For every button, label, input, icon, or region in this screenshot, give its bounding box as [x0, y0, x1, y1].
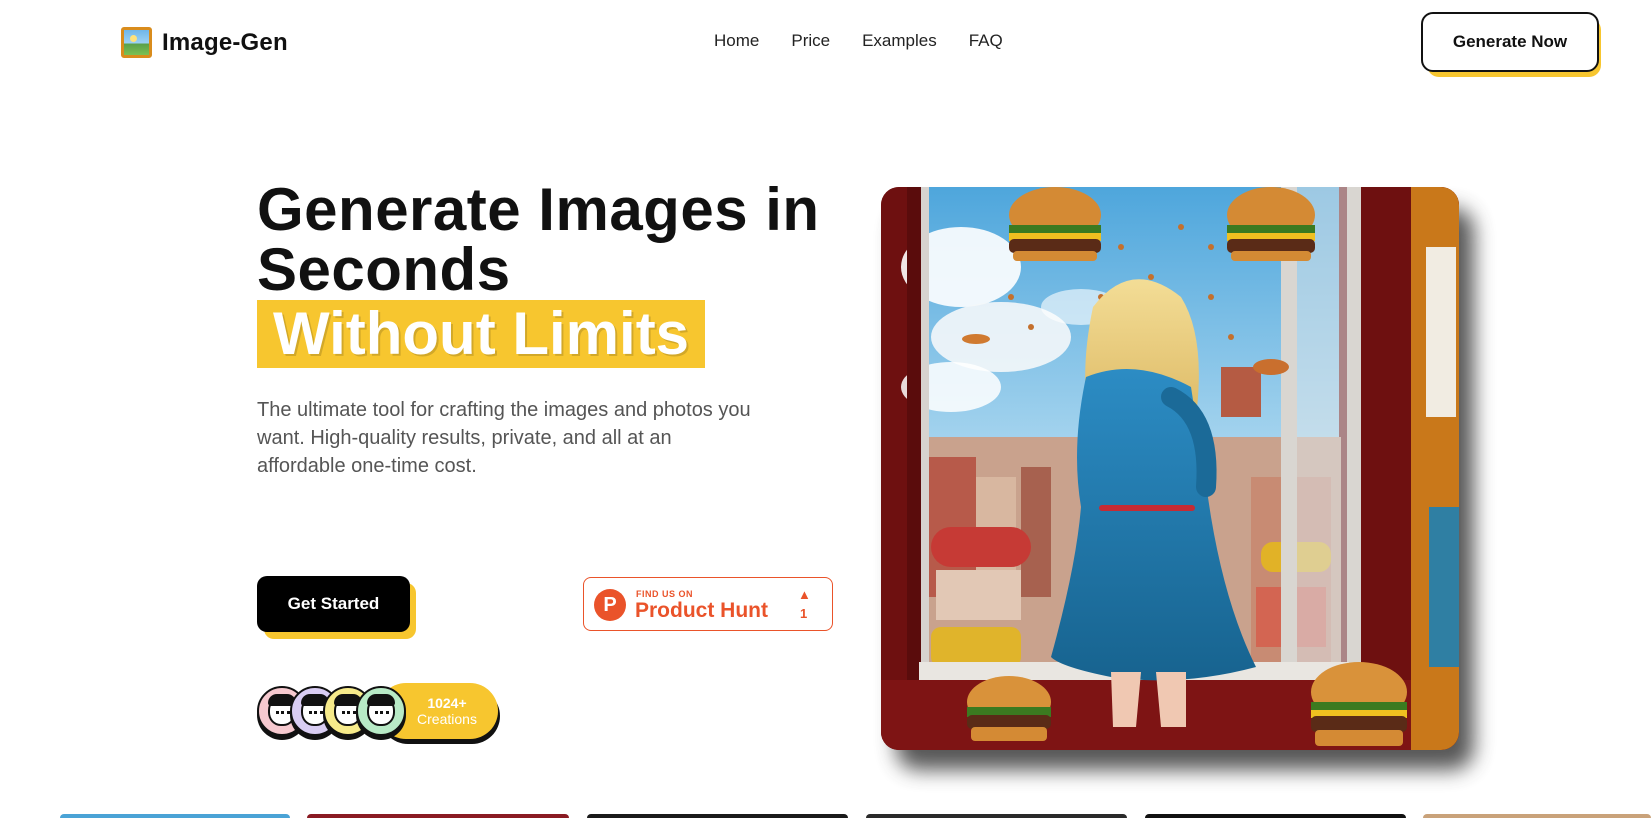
- gallery-thumbnail[interactable]: [307, 814, 569, 818]
- hero-description: The ultimate tool for crafting the image…: [257, 399, 751, 477]
- gallery-thumbnail[interactable]: [1423, 814, 1651, 818]
- hero-illustration: [881, 187, 1459, 750]
- product-hunt-logo-icon: P: [594, 589, 626, 621]
- gallery-thumbnail[interactable]: [866, 814, 1127, 818]
- get-started-button[interactable]: Get Started: [257, 576, 410, 632]
- site-header: Image-Gen Home Price Examples FAQ Genera…: [0, 0, 1651, 84]
- hero-title: Generate Images in Seconds: [257, 176, 820, 303]
- product-hunt-label: Product Hunt: [635, 599, 768, 622]
- gallery-thumbnail[interactable]: [60, 814, 290, 818]
- hero-highlight: Without Limits: [257, 300, 706, 368]
- nav-home[interactable]: Home: [714, 31, 759, 51]
- get-started-button-wrap: Get Started: [257, 576, 417, 640]
- gallery-thumbnail[interactable]: [1145, 814, 1406, 818]
- framed-picture-icon: [121, 27, 152, 58]
- product-hunt-small-label: FIND US ON: [636, 589, 694, 599]
- nav-price[interactable]: Price: [791, 31, 830, 51]
- avatar: [356, 686, 406, 736]
- nav-examples[interactable]: Examples: [862, 31, 937, 51]
- upvote-count: 1: [800, 606, 808, 621]
- user-face-icon: [367, 694, 395, 726]
- generate-now-button-wrap: Generate Now: [1421, 12, 1601, 78]
- product-hunt-badge[interactable]: P FIND US ON Product Hunt ▲ 1: [583, 577, 833, 631]
- generate-now-button[interactable]: Generate Now: [1421, 12, 1599, 72]
- gallery-thumbnail[interactable]: [587, 814, 848, 818]
- creations-count: 1024+: [427, 695, 467, 711]
- nav-faq[interactable]: FAQ: [969, 31, 1003, 51]
- gallery-strip: [0, 814, 1651, 818]
- main-nav: Home Price Examples FAQ: [714, 31, 1035, 51]
- hero-highlight-text: Without Limits: [273, 300, 690, 367]
- logo[interactable]: Image-Gen: [121, 27, 288, 58]
- hero-image: [881, 187, 1459, 750]
- creations-label: Creations: [417, 711, 477, 727]
- logo-text: Image-Gen: [162, 28, 288, 56]
- triangle-up-icon: ▲: [798, 587, 811, 602]
- creations-avatars: 1024+ Creations: [257, 683, 507, 744]
